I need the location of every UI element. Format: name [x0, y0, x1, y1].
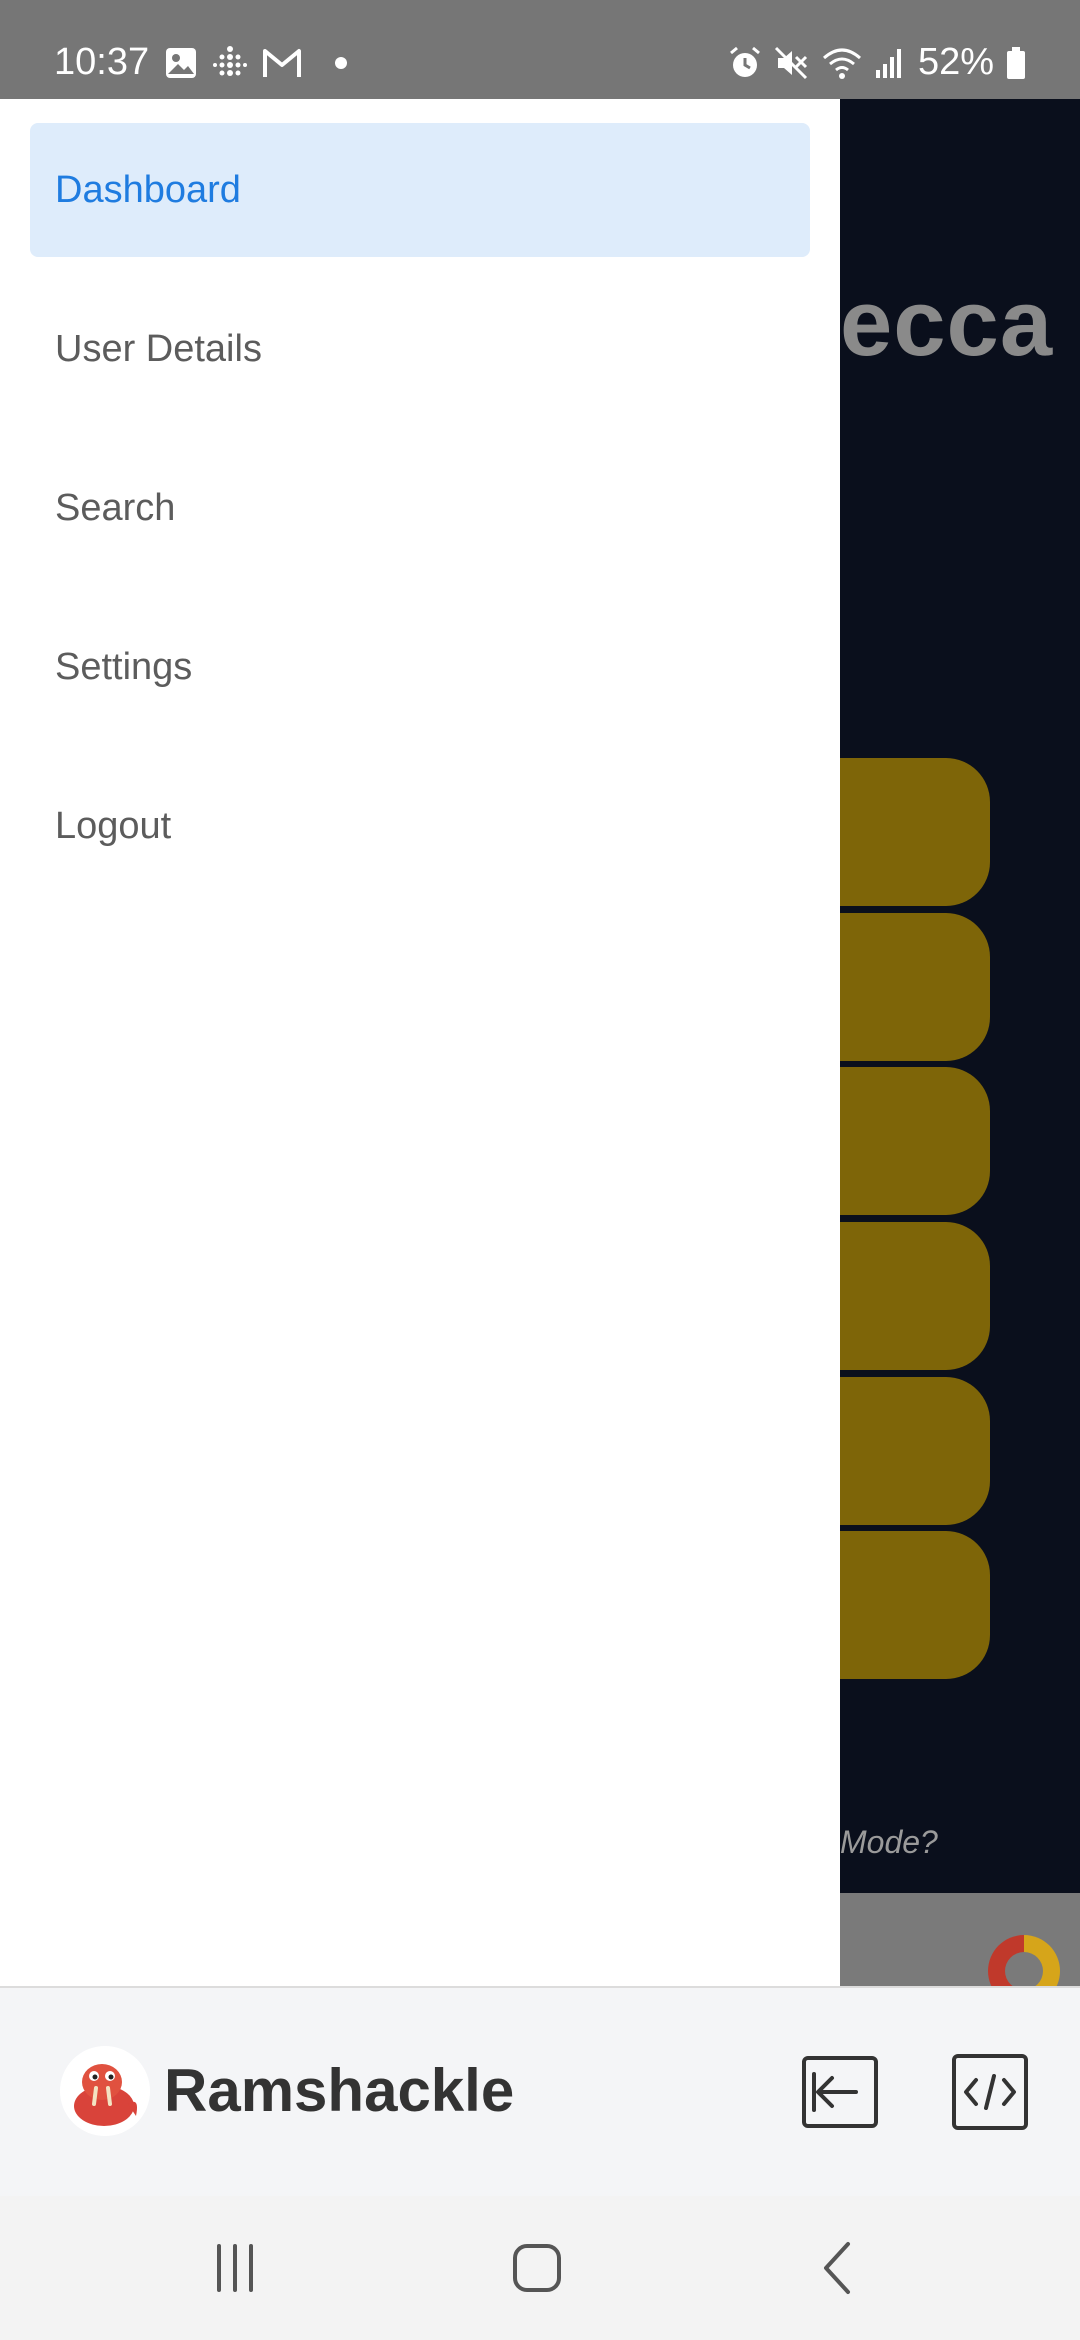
exit-button[interactable] [800, 2052, 880, 2132]
back-icon [824, 2242, 850, 2294]
drawer-item-label: User Details [55, 327, 262, 370]
alarm-icon [728, 46, 762, 80]
recents-button[interactable] [160, 2196, 310, 2340]
background-hint: Mode? [840, 1824, 938, 1860]
background-tile [840, 758, 990, 906]
mute-icon [774, 46, 810, 80]
background-tile [840, 1222, 990, 1370]
drawer-item-label: Search [55, 486, 176, 529]
signal-icon [874, 46, 906, 80]
home-icon [513, 2244, 561, 2292]
code-icon [952, 2054, 1028, 2130]
code-button[interactable] [950, 2052, 1030, 2132]
wifi-icon [822, 46, 862, 80]
background-tile [840, 1067, 990, 1215]
background-title: ecca [840, 270, 1054, 375]
drawer-item-label: Settings [55, 645, 193, 688]
status-time: 10:37 [54, 41, 150, 83]
drawer-item-logout[interactable]: Logout [30, 759, 810, 893]
exit-icon [802, 2056, 878, 2128]
background-tile [840, 1531, 990, 1679]
gallery-icon [164, 46, 198, 80]
drawer-item-search[interactable]: Search [30, 441, 810, 575]
walrus-logo-icon [60, 2046, 150, 2136]
brand-avatar [60, 2046, 150, 2136]
app-footer: Ramshackle [0, 1986, 1080, 2196]
gmail-icon [262, 47, 302, 79]
battery-icon [1006, 46, 1026, 80]
battery-text: 52% [917, 41, 994, 83]
notification-icons [164, 0, 348, 99]
recents-icon [217, 2244, 253, 2292]
system-nav-bar [0, 2196, 1080, 2340]
home-button[interactable] [462, 2196, 612, 2340]
background-app: ecca Mode? [840, 99, 1080, 1986]
system-icons: 52% [728, 0, 1026, 99]
status-bar: 10:37 52% [0, 0, 1080, 99]
drawer-item-label: Logout [55, 804, 172, 847]
background-tile [840, 1377, 990, 1525]
drawer-item-settings[interactable]: Settings [30, 600, 810, 734]
drawer-item-user-details[interactable]: User Details [30, 282, 810, 416]
navigation-drawer: Dashboard User Details Search Settings L… [0, 99, 840, 1986]
background-tile [840, 913, 990, 1061]
fitbit-icon [212, 45, 248, 81]
drawer-item-dashboard[interactable]: Dashboard [30, 123, 810, 257]
dot-icon [334, 56, 348, 70]
back-button[interactable] [765, 2196, 915, 2340]
drawer-item-label: Dashboard [55, 168, 241, 211]
app-name: Ramshackle [164, 2057, 515, 2124]
